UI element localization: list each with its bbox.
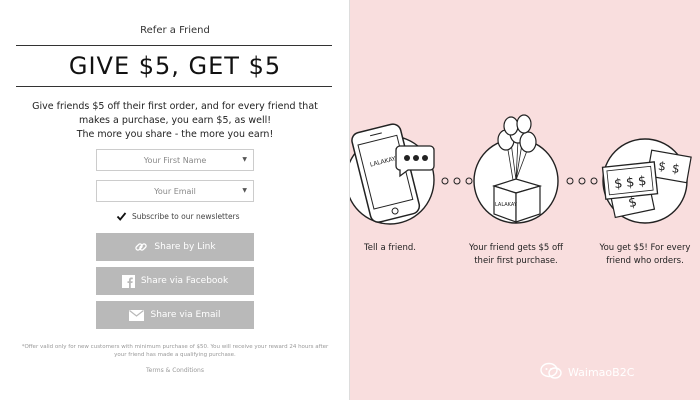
share-email-label: Share via Email [150, 310, 221, 320]
caret-down-icon: ▼ [242, 187, 247, 194]
link-icon [134, 240, 148, 254]
watermark: WaimaoB2C [540, 362, 634, 383]
phone-icon: LALAKAY [350, 123, 435, 225]
step-text-line: Tell a friend. [364, 243, 416, 253]
money-bills-icon: $ $ $ $ $ $ [601, 138, 692, 224]
svg-text:$: $ [625, 175, 635, 191]
top-divider [16, 45, 332, 46]
description-line: makes a purchase, you earn $5, as well! [78, 115, 272, 126]
offer-description: Give friends $5 off their first order, a… [20, 100, 330, 142]
share-facebook-label: Share via Facebook [140, 276, 229, 286]
email-placeholder: Your Email [154, 186, 196, 196]
checkmark-icon [116, 212, 127, 221]
how-it-works-panel: LALAKAY LALAKAY $ $ $ $ $ $ Tell a frien… [350, 0, 700, 400]
step-text-line: Your friend gets $5 off [468, 243, 564, 253]
bottom-divider [16, 86, 332, 87]
fine-print: *Offer valid only for new customers with… [21, 344, 329, 358]
box-brand: LALAKAY [495, 202, 518, 208]
page-kicker: Refer a Friend [140, 25, 210, 36]
envelope-icon [129, 309, 145, 321]
subscribe-option[interactable]: Subscribe to our newsletters [116, 211, 240, 222]
first-name-placeholder: Your First Name [143, 155, 207, 165]
svg-text:$: $ [637, 174, 647, 190]
share-email-button[interactable]: Share via Email [96, 301, 254, 329]
step-2-text: Your friend gets $5 off their first purc… [456, 242, 576, 268]
step-text-line: You get $5! For every [599, 243, 691, 253]
referral-form-panel: Refer a Friend GIVE $5, GET $5 Give frie… [0, 0, 350, 400]
step-connector [441, 177, 473, 185]
subscribe-label: Subscribe to our newsletters [132, 212, 240, 221]
first-name-field[interactable]: Your First Name ▼ [96, 149, 254, 171]
step-3-text: You get $5! For every friend who orders. [590, 242, 700, 268]
terms-link[interactable]: Terms & Conditions [0, 367, 350, 374]
description-line: The more you share - the more you earn! [76, 129, 274, 140]
how-it-works-illustration: LALAKAY LALAKAY $ $ $ $ $ $ [350, 114, 692, 225]
share-link-button[interactable]: Share by Link [96, 233, 254, 261]
caret-down-icon: ▼ [242, 156, 247, 163]
chat-bubble-icon [540, 362, 562, 383]
step-text-line: their first purchase. [474, 256, 558, 266]
share-link-label: Share by Link [154, 242, 216, 252]
gift-box-balloons-icon: LALAKAY [473, 114, 559, 224]
description-line: Give friends $5 off their first order, a… [32, 101, 318, 112]
share-facebook-button[interactable]: Share via Facebook [96, 267, 254, 295]
svg-text:$: $ [613, 176, 623, 192]
step-1-text: Tell a friend. [350, 242, 430, 255]
facebook-icon [121, 274, 135, 288]
step-text-line: friend who orders. [606, 256, 684, 266]
email-field[interactable]: Your Email ▼ [96, 180, 254, 202]
page-title: GIVE $5, GET $5 [68, 52, 282, 80]
watermark-text: WaimaoB2C [568, 366, 635, 379]
step-connector [566, 177, 598, 185]
subscribe-checkbox[interactable] [116, 211, 127, 222]
